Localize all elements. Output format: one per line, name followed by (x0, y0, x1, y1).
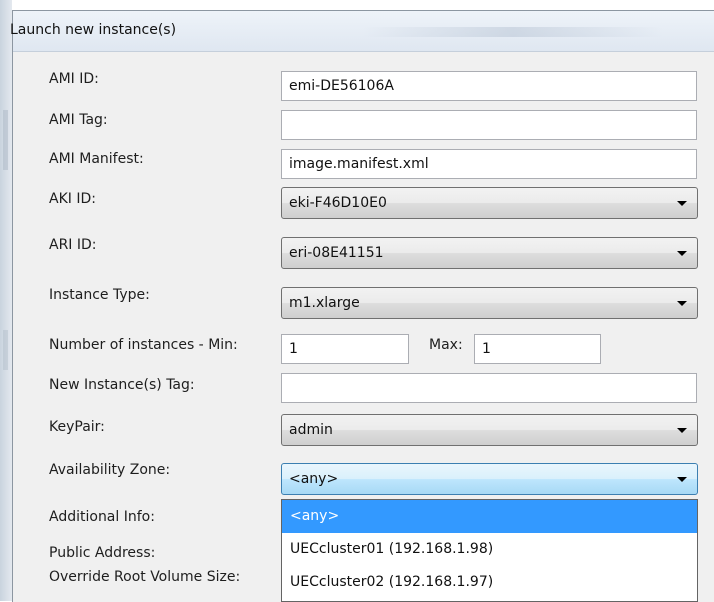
instance-type-select[interactable]: m1.xlarge (281, 287, 698, 319)
dropdown-option-uecccluster01[interactable]: UECcluster01 (192.168.1.98) (282, 533, 697, 566)
aki-id-label: AKI ID: (49, 191, 96, 207)
override-root-volume-label: Override Root Volume Size: (49, 569, 241, 585)
ami-tag-label: AMI Tag: (49, 112, 108, 128)
availability-zone-select[interactable]: <any> (281, 463, 698, 495)
keypair-value: admin (289, 422, 333, 438)
chevron-down-icon (677, 428, 687, 433)
keypair-label: KeyPair: (49, 419, 105, 435)
keypair-select[interactable]: admin (281, 414, 698, 446)
additional-info-label: Additional Info: (49, 509, 155, 525)
num-instances-label: Number of instances - Min: (49, 337, 238, 353)
ari-id-select[interactable]: eri-08E41151 (281, 237, 698, 269)
ari-id-label: ARI ID: (49, 237, 97, 253)
ami-id-label: AMI ID: (49, 71, 99, 87)
background-window-edge (0, 0, 12, 601)
ami-id-input[interactable]: emi-DE56106A (281, 71, 697, 101)
availability-zone-dropdown-list: <any> UECcluster01 (192.168.1.98) UECclu… (281, 499, 698, 602)
background-blur (3, 110, 8, 170)
ami-manifest-input[interactable]: image.manifest.xml (281, 149, 697, 179)
new-instance-tag-input[interactable] (281, 373, 697, 403)
dropdown-option-any[interactable]: <any> (282, 500, 697, 533)
chevron-down-icon (677, 301, 687, 306)
instance-type-label: Instance Type: (49, 287, 150, 303)
ari-id-value: eri-08E41151 (289, 245, 384, 261)
ami-manifest-label: AMI Manifest: (49, 151, 144, 167)
title-bar: Launch new instance(s) (10, 11, 714, 52)
max-instances-input[interactable]: 1 (474, 334, 601, 364)
chevron-down-icon (677, 477, 687, 482)
chevron-down-icon (677, 251, 687, 256)
dialog-title: Launch new instance(s) (10, 22, 177, 38)
title-bar-shine (363, 27, 663, 37)
chevron-down-icon (677, 201, 687, 206)
max-label: Max: (429, 337, 463, 353)
instance-type-value: m1.xlarge (289, 295, 360, 311)
min-instances-input[interactable]: 1 (281, 334, 409, 364)
availability-zone-label: Availability Zone: (49, 462, 171, 478)
aki-id-value: eki-F46D10E0 (289, 195, 387, 211)
ami-tag-input[interactable] (281, 110, 697, 140)
public-address-label: Public Address: (49, 545, 156, 561)
launch-instance-dialog: Launch new instance(s) AMI ID: emi-DE561… (10, 10, 714, 602)
background-blur (3, 330, 8, 370)
dropdown-option-uecccluster02[interactable]: UECcluster02 (192.168.1.97) (282, 566, 697, 599)
aki-id-select[interactable]: eki-F46D10E0 (281, 187, 698, 219)
availability-zone-value: <any> (289, 471, 339, 487)
new-instance-tag-label: New Instance(s) Tag: (49, 377, 195, 393)
